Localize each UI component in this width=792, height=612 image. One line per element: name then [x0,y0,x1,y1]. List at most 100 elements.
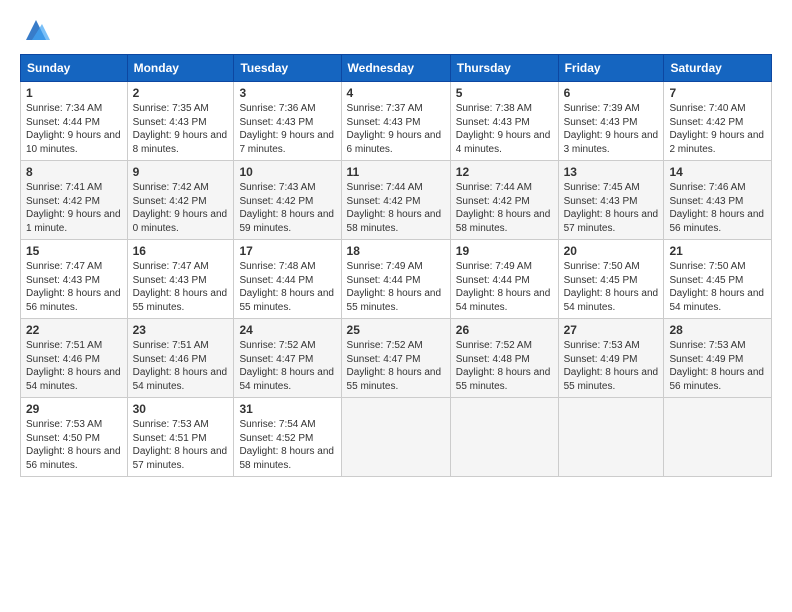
weekday-header: Monday [127,55,234,82]
calendar-cell: 3 Sunrise: 7:36 AM Sunset: 4:43 PM Dayli… [234,82,341,161]
day-number: 27 [564,323,659,337]
calendar-page: SundayMondayTuesdayWednesdayThursdayFrid… [0,0,792,612]
calendar-cell: 29 Sunrise: 7:53 AM Sunset: 4:50 PM Dayl… [21,398,128,477]
day-detail: Sunrise: 7:52 AM Sunset: 4:47 PM Dayligh… [347,339,445,393]
calendar-cell: 11 Sunrise: 7:44 AM Sunset: 4:42 PM Dayl… [341,161,450,240]
day-number: 21 [669,244,766,258]
day-detail: Sunrise: 7:52 AM Sunset: 4:48 PM Dayligh… [456,339,553,393]
day-number: 5 [456,86,553,100]
day-number: 13 [564,165,659,179]
logo-icon [22,16,50,44]
calendar-cell: 23 Sunrise: 7:51 AM Sunset: 4:46 PM Dayl… [127,319,234,398]
header [20,16,772,44]
day-detail: Sunrise: 7:39 AM Sunset: 4:43 PM Dayligh… [564,102,659,156]
calendar-cell: 26 Sunrise: 7:52 AM Sunset: 4:48 PM Dayl… [450,319,558,398]
day-detail: Sunrise: 7:53 AM Sunset: 4:51 PM Dayligh… [133,418,229,472]
day-number: 17 [239,244,335,258]
calendar-cell: 8 Sunrise: 7:41 AM Sunset: 4:42 PM Dayli… [21,161,128,240]
weekday-header: Tuesday [234,55,341,82]
calendar-cell: 6 Sunrise: 7:39 AM Sunset: 4:43 PM Dayli… [558,82,664,161]
calendar-cell: 14 Sunrise: 7:46 AM Sunset: 4:43 PM Dayl… [664,161,772,240]
calendar-week-row: 15 Sunrise: 7:47 AM Sunset: 4:43 PM Dayl… [21,240,772,319]
calendar-week-row: 29 Sunrise: 7:53 AM Sunset: 4:50 PM Dayl… [21,398,772,477]
day-number: 26 [456,323,553,337]
calendar-cell: 21 Sunrise: 7:50 AM Sunset: 4:45 PM Dayl… [664,240,772,319]
weekday-header: Wednesday [341,55,450,82]
day-detail: Sunrise: 7:49 AM Sunset: 4:44 PM Dayligh… [347,260,445,314]
calendar-cell: 17 Sunrise: 7:48 AM Sunset: 4:44 PM Dayl… [234,240,341,319]
day-detail: Sunrise: 7:50 AM Sunset: 4:45 PM Dayligh… [564,260,659,314]
calendar-cell: 18 Sunrise: 7:49 AM Sunset: 4:44 PM Dayl… [341,240,450,319]
calendar-cell [450,398,558,477]
day-detail: Sunrise: 7:42 AM Sunset: 4:42 PM Dayligh… [133,181,229,235]
day-number: 31 [239,402,335,416]
day-detail: Sunrise: 7:48 AM Sunset: 4:44 PM Dayligh… [239,260,335,314]
calendar-cell [341,398,450,477]
calendar-week-row: 1 Sunrise: 7:34 AM Sunset: 4:44 PM Dayli… [21,82,772,161]
calendar-week-row: 22 Sunrise: 7:51 AM Sunset: 4:46 PM Dayl… [21,319,772,398]
calendar-cell: 9 Sunrise: 7:42 AM Sunset: 4:42 PM Dayli… [127,161,234,240]
day-detail: Sunrise: 7:44 AM Sunset: 4:42 PM Dayligh… [347,181,445,235]
weekday-header: Sunday [21,55,128,82]
day-detail: Sunrise: 7:36 AM Sunset: 4:43 PM Dayligh… [239,102,335,156]
calendar-cell: 22 Sunrise: 7:51 AM Sunset: 4:46 PM Dayl… [21,319,128,398]
calendar-table: SundayMondayTuesdayWednesdayThursdayFrid… [20,54,772,477]
day-number: 30 [133,402,229,416]
day-detail: Sunrise: 7:43 AM Sunset: 4:42 PM Dayligh… [239,181,335,235]
calendar-cell: 13 Sunrise: 7:45 AM Sunset: 4:43 PM Dayl… [558,161,664,240]
day-number: 23 [133,323,229,337]
day-number: 1 [26,86,122,100]
calendar-cell: 4 Sunrise: 7:37 AM Sunset: 4:43 PM Dayli… [341,82,450,161]
day-number: 12 [456,165,553,179]
day-number: 18 [347,244,445,258]
day-number: 15 [26,244,122,258]
calendar-cell: 5 Sunrise: 7:38 AM Sunset: 4:43 PM Dayli… [450,82,558,161]
day-detail: Sunrise: 7:51 AM Sunset: 4:46 PM Dayligh… [26,339,122,393]
day-number: 14 [669,165,766,179]
calendar-cell: 28 Sunrise: 7:53 AM Sunset: 4:49 PM Dayl… [664,319,772,398]
day-detail: Sunrise: 7:47 AM Sunset: 4:43 PM Dayligh… [26,260,122,314]
calendar-week-row: 8 Sunrise: 7:41 AM Sunset: 4:42 PM Dayli… [21,161,772,240]
calendar-cell [558,398,664,477]
calendar-cell: 16 Sunrise: 7:47 AM Sunset: 4:43 PM Dayl… [127,240,234,319]
day-number: 7 [669,86,766,100]
day-number: 19 [456,244,553,258]
calendar-cell: 12 Sunrise: 7:44 AM Sunset: 4:42 PM Dayl… [450,161,558,240]
day-number: 6 [564,86,659,100]
day-detail: Sunrise: 7:38 AM Sunset: 4:43 PM Dayligh… [456,102,553,156]
weekday-header: Thursday [450,55,558,82]
calendar-cell: 30 Sunrise: 7:53 AM Sunset: 4:51 PM Dayl… [127,398,234,477]
day-number: 2 [133,86,229,100]
calendar-cell: 2 Sunrise: 7:35 AM Sunset: 4:43 PM Dayli… [127,82,234,161]
day-number: 3 [239,86,335,100]
logo [20,16,50,44]
day-detail: Sunrise: 7:53 AM Sunset: 4:50 PM Dayligh… [26,418,122,472]
calendar-cell: 19 Sunrise: 7:49 AM Sunset: 4:44 PM Dayl… [450,240,558,319]
day-detail: Sunrise: 7:50 AM Sunset: 4:45 PM Dayligh… [669,260,766,314]
day-detail: Sunrise: 7:53 AM Sunset: 4:49 PM Dayligh… [669,339,766,393]
day-number: 9 [133,165,229,179]
calendar-cell: 24 Sunrise: 7:52 AM Sunset: 4:47 PM Dayl… [234,319,341,398]
calendar-header-row: SundayMondayTuesdayWednesdayThursdayFrid… [21,55,772,82]
calendar-cell: 27 Sunrise: 7:53 AM Sunset: 4:49 PM Dayl… [558,319,664,398]
calendar-cell: 15 Sunrise: 7:47 AM Sunset: 4:43 PM Dayl… [21,240,128,319]
calendar-cell [664,398,772,477]
weekday-header: Saturday [664,55,772,82]
day-detail: Sunrise: 7:35 AM Sunset: 4:43 PM Dayligh… [133,102,229,156]
day-detail: Sunrise: 7:40 AM Sunset: 4:42 PM Dayligh… [669,102,766,156]
day-number: 11 [347,165,445,179]
day-number: 28 [669,323,766,337]
calendar-cell: 20 Sunrise: 7:50 AM Sunset: 4:45 PM Dayl… [558,240,664,319]
day-number: 25 [347,323,445,337]
day-number: 24 [239,323,335,337]
day-detail: Sunrise: 7:41 AM Sunset: 4:42 PM Dayligh… [26,181,122,235]
weekday-header: Friday [558,55,664,82]
day-number: 20 [564,244,659,258]
day-detail: Sunrise: 7:37 AM Sunset: 4:43 PM Dayligh… [347,102,445,156]
day-detail: Sunrise: 7:44 AM Sunset: 4:42 PM Dayligh… [456,181,553,235]
day-detail: Sunrise: 7:51 AM Sunset: 4:46 PM Dayligh… [133,339,229,393]
day-detail: Sunrise: 7:49 AM Sunset: 4:44 PM Dayligh… [456,260,553,314]
day-detail: Sunrise: 7:34 AM Sunset: 4:44 PM Dayligh… [26,102,122,156]
day-detail: Sunrise: 7:45 AM Sunset: 4:43 PM Dayligh… [564,181,659,235]
day-number: 10 [239,165,335,179]
